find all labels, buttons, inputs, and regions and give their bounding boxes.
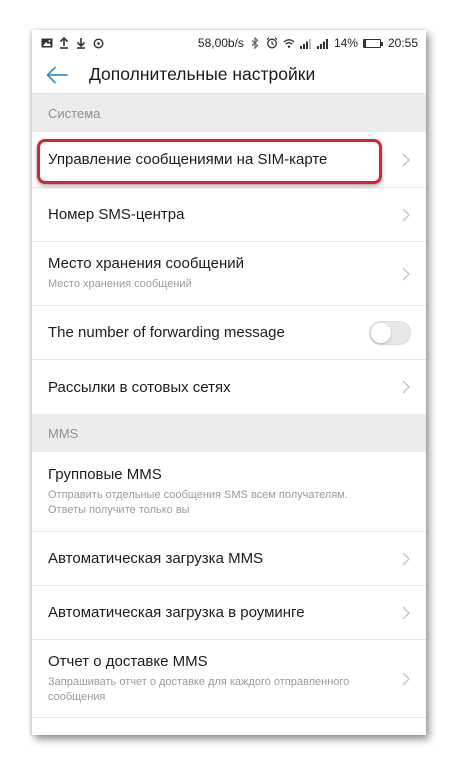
- chevron-right-icon: [401, 379, 411, 395]
- battery-percent: 14%: [333, 36, 358, 50]
- toggle-knob: [371, 322, 391, 343]
- app-header: Дополнительные настройки: [32, 56, 426, 94]
- list-item-sms-center[interactable]: Номер SMS-центра: [32, 188, 426, 242]
- item-title: Управление сообщениями на SIM-карте: [48, 151, 328, 168]
- list-item-auto-download-roaming[interactable]: Автоматическая загрузка в роуминге: [32, 586, 426, 640]
- chevron-right-icon: [401, 207, 411, 223]
- chevron-right-icon: [401, 152, 411, 168]
- signal-icon: [299, 37, 312, 49]
- item-title: Автоматическая загрузка MMS: [48, 550, 264, 567]
- list-item-auto-download-mms[interactable]: Автоматическая загрузка MMS: [32, 532, 426, 586]
- wifi-icon: [283, 37, 295, 49]
- list-item-forwarding-number[interactable]: The number of forwarding message: [32, 306, 426, 360]
- item-title: Место хранения сообщений: [48, 255, 244, 272]
- item-title: Рассылки в сотовых сетях: [48, 378, 231, 396]
- item-subtitle: Запрашивать отчет о доставке для каждого…: [48, 675, 350, 703]
- network-speed: 58,00b/s: [197, 36, 244, 50]
- list-item-storage[interactable]: Место хранения сообщений Место хранения …: [32, 242, 426, 306]
- status-bar-left: [41, 37, 104, 49]
- image-icon: [41, 37, 53, 49]
- chevron-right-icon: [401, 605, 411, 621]
- back-button[interactable]: [44, 62, 70, 88]
- forwarding-toggle[interactable]: [369, 320, 411, 345]
- item-title: Групповые MMS: [48, 465, 162, 483]
- page-title: Дополнительные настройки: [89, 64, 316, 84]
- list-item-sim-messages[interactable]: Управление сообщениями на SIM-карте: [32, 132, 426, 188]
- status-bar: 58,00b/s 14% 20:55: [32, 30, 426, 56]
- item-title: Отчет о доставке MMS: [48, 652, 208, 670]
- item-title: Номер SMS-центра: [48, 206, 185, 223]
- signal-icon: [316, 37, 329, 49]
- list-item-group-mms[interactable]: Групповые MMS Отправить отдельные сообще…: [32, 452, 426, 532]
- list-item-cell-broadcast[interactable]: Рассылки в сотовых сетях: [32, 360, 426, 414]
- arrow-left-icon: [46, 66, 68, 83]
- phone-screen: 58,00b/s 14% 20:55 Дополнительные настро…: [32, 30, 426, 735]
- chevron-right-icon: [401, 671, 411, 687]
- battery-fill: [363, 39, 367, 47]
- item-subtitle: Место хранения сообщений: [48, 278, 192, 290]
- section-header-system: Система: [32, 94, 426, 132]
- bluetooth-icon: [249, 37, 261, 49]
- upload-icon: [58, 37, 70, 49]
- chevron-right-icon: [401, 266, 411, 282]
- item-title: The number of forwarding message: [48, 324, 285, 341]
- item-subtitle: Отправить отдельные сообщения SMS всем п…: [48, 488, 348, 516]
- battery-icon: [362, 38, 383, 48]
- circle-icon: [92, 37, 104, 49]
- list-item-delivery-report[interactable]: Отчет о доставке MMS Запрашивать отчет о…: [32, 640, 426, 718]
- status-bar-right: 58,00b/s 14% 20:55: [198, 36, 418, 50]
- item-title: Автоматическая загрузка в роуминге: [48, 604, 305, 621]
- download-icon: [75, 37, 87, 49]
- clock: 20:55: [387, 36, 418, 50]
- section-header-mms: MMS: [32, 414, 426, 452]
- alarm-icon: [266, 37, 278, 49]
- chevron-right-icon: [401, 551, 411, 567]
